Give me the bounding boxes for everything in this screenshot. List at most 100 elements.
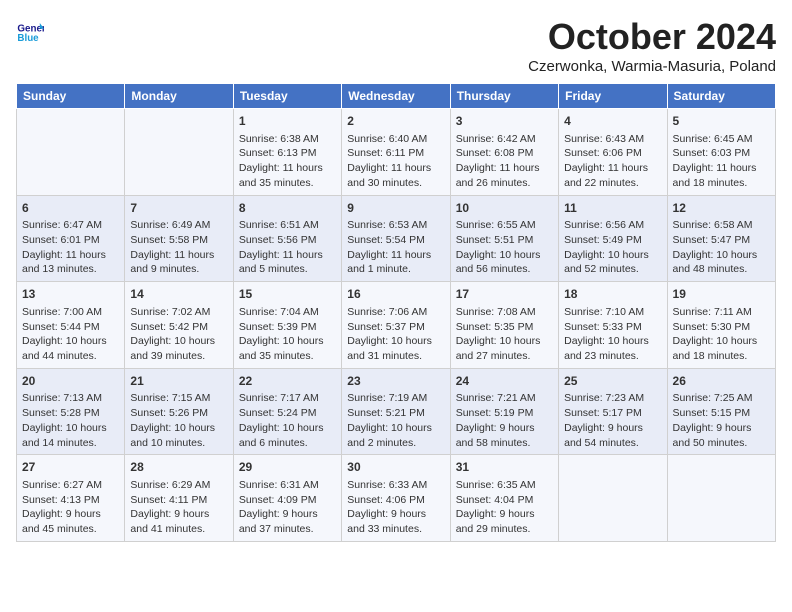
cell-content: Sunrise: 6:35 AMSunset: 4:04 PMDaylight:… (456, 478, 553, 537)
calendar-cell: 12Sunrise: 6:58 AMSunset: 5:47 PMDayligh… (667, 195, 775, 282)
day-number: 3 (456, 113, 553, 130)
calendar-cell: 21Sunrise: 7:15 AMSunset: 5:26 PMDayligh… (125, 368, 233, 455)
day-number: 4 (564, 113, 661, 130)
cell-content: Sunrise: 6:56 AMSunset: 5:49 PMDaylight:… (564, 218, 661, 277)
month-title: October 2024 (528, 16, 776, 58)
calendar-week-4: 20Sunrise: 7:13 AMSunset: 5:28 PMDayligh… (17, 368, 776, 455)
cell-content: Sunrise: 6:51 AMSunset: 5:56 PMDaylight:… (239, 218, 336, 277)
calendar-cell (559, 455, 667, 542)
day-header-saturday: Saturday (667, 84, 775, 109)
calendar-week-1: 1 Sunrise: 6:38 AMSunset: 6:13 PMDaylight… (17, 109, 776, 196)
cell-content: Sunrise: 6:42 AMSunset: 6:08 PMDaylight:… (456, 132, 553, 191)
calendar-cell: 23Sunrise: 7:19 AMSunset: 5:21 PMDayligh… (342, 368, 450, 455)
calendar-cell: 7Sunrise: 6:49 AMSunset: 5:58 PMDaylight… (125, 195, 233, 282)
day-header-sunday: Sunday (17, 84, 125, 109)
calendar-cell: 28Sunrise: 6:29 AMSunset: 4:11 PMDayligh… (125, 455, 233, 542)
calendar-body: 1 Sunrise: 6:38 AMSunset: 6:13 PMDaylight… (17, 109, 776, 542)
day-number: 2 (347, 113, 444, 130)
calendar-cell: 27 Sunrise: 6:27 AMSunset: 4:13 PMDayligh… (17, 455, 125, 542)
day-number: 29 (239, 459, 336, 476)
cell-content: Sunrise: 7:08 AMSunset: 5:35 PMDaylight:… (456, 305, 553, 364)
calendar-cell (17, 109, 125, 196)
day-number: 5 (673, 113, 770, 130)
calendar-cell (125, 109, 233, 196)
calendar-cell: 5 Sunrise: 6:45 AMSunset: 6:03 PMDaylight… (667, 109, 775, 196)
day-number: 6 (22, 200, 119, 217)
calendar-cell: 29 Sunrise: 6:31 AMSunset: 4:09 PMDayligh… (233, 455, 341, 542)
cell-content: Sunrise: 6:53 AMSunset: 5:54 PMDaylight:… (347, 218, 444, 277)
calendar-cell: 25Sunrise: 7:23 AMSunset: 5:17 PMDayligh… (559, 368, 667, 455)
day-number: 26 (673, 373, 770, 390)
day-number: 7 (130, 200, 227, 217)
cell-content: Sunrise: 7:23 AMSunset: 5:17 PMDaylight:… (564, 391, 661, 450)
calendar-cell: 6Sunrise: 6:47 AMSunset: 6:01 PMDaylight… (17, 195, 125, 282)
day-number: 25 (564, 373, 661, 390)
day-number: 24 (456, 373, 553, 390)
cell-content: Sunrise: 7:15 AMSunset: 5:26 PMDaylight:… (130, 391, 227, 450)
cell-content: Sunrise: 7:02 AMSunset: 5:42 PMDaylight:… (130, 305, 227, 364)
day-number: 19 (673, 286, 770, 303)
day-number: 27 (22, 459, 119, 476)
calendar-cell: 26Sunrise: 7:25 AMSunset: 5:15 PMDayligh… (667, 368, 775, 455)
cell-content: Sunrise: 7:21 AMSunset: 5:19 PMDaylight:… (456, 391, 553, 450)
calendar-cell: 13Sunrise: 7:00 AMSunset: 5:44 PMDayligh… (17, 282, 125, 369)
cell-content: Sunrise: 7:17 AMSunset: 5:24 PMDaylight:… (239, 391, 336, 450)
cell-content: Sunrise: 6:40 AMSunset: 6:11 PMDaylight:… (347, 132, 444, 191)
calendar-table: SundayMondayTuesdayWednesdayThursdayFrid… (16, 83, 776, 542)
calendar-week-2: 6Sunrise: 6:47 AMSunset: 6:01 PMDaylight… (17, 195, 776, 282)
day-number: 23 (347, 373, 444, 390)
calendar-cell: 30 Sunrise: 6:33 AMSunset: 4:06 PMDayligh… (342, 455, 450, 542)
calendar-cell: 11Sunrise: 6:56 AMSunset: 5:49 PMDayligh… (559, 195, 667, 282)
logo-icon: General Blue (16, 16, 44, 44)
calendar-cell: 9Sunrise: 6:53 AMSunset: 5:54 PMDaylight… (342, 195, 450, 282)
title-block: October 2024 Czerwonka, Warmia-Masuria, … (528, 16, 776, 75)
calendar-cell (667, 455, 775, 542)
cell-content: Sunrise: 6:43 AMSunset: 6:06 PMDaylight:… (564, 132, 661, 191)
day-number: 21 (130, 373, 227, 390)
svg-text:Blue: Blue (17, 33, 39, 44)
logo: General Blue (16, 16, 44, 44)
day-header-friday: Friday (559, 84, 667, 109)
calendar-header-row: SundayMondayTuesdayWednesdayThursdayFrid… (17, 84, 776, 109)
calendar-cell: 18Sunrise: 7:10 AMSunset: 5:33 PMDayligh… (559, 282, 667, 369)
cell-content: Sunrise: 6:47 AMSunset: 6:01 PMDaylight:… (22, 218, 119, 277)
cell-content: Sunrise: 7:13 AMSunset: 5:28 PMDaylight:… (22, 391, 119, 450)
day-number: 13 (22, 286, 119, 303)
day-number: 31 (456, 459, 553, 476)
day-number: 20 (22, 373, 119, 390)
cell-content: Sunrise: 6:38 AMSunset: 6:13 PMDaylight:… (239, 132, 336, 191)
day-number: 30 (347, 459, 444, 476)
day-header-wednesday: Wednesday (342, 84, 450, 109)
calendar-cell: 31 Sunrise: 6:35 AMSunset: 4:04 PMDayligh… (450, 455, 558, 542)
calendar-week-5: 27 Sunrise: 6:27 AMSunset: 4:13 PMDayligh… (17, 455, 776, 542)
cell-content: Sunrise: 6:31 AMSunset: 4:09 PMDaylight:… (239, 478, 336, 537)
cell-content: Sunrise: 6:58 AMSunset: 5:47 PMDaylight:… (673, 218, 770, 277)
cell-content: Sunrise: 6:55 AMSunset: 5:51 PMDaylight:… (456, 218, 553, 277)
cell-content: Sunrise: 7:19 AMSunset: 5:21 PMDaylight:… (347, 391, 444, 450)
calendar-cell: 14 Sunrise: 7:02 AMSunset: 5:42 PMDayligh… (125, 282, 233, 369)
calendar-cell: 4 Sunrise: 6:43 AMSunset: 6:06 PMDaylight… (559, 109, 667, 196)
day-number: 9 (347, 200, 444, 217)
calendar-week-3: 13Sunrise: 7:00 AMSunset: 5:44 PMDayligh… (17, 282, 776, 369)
calendar-cell: 20Sunrise: 7:13 AMSunset: 5:28 PMDayligh… (17, 368, 125, 455)
page-header: General Blue October 2024 Czerwonka, War… (16, 16, 776, 75)
calendar-cell: 16Sunrise: 7:06 AMSunset: 5:37 PMDayligh… (342, 282, 450, 369)
cell-content: Sunrise: 6:33 AMSunset: 4:06 PMDaylight:… (347, 478, 444, 537)
cell-content: Sunrise: 6:27 AMSunset: 4:13 PMDaylight:… (22, 478, 119, 537)
day-number: 8 (239, 200, 336, 217)
day-number: 14 (130, 286, 227, 303)
cell-content: Sunrise: 7:06 AMSunset: 5:37 PMDaylight:… (347, 305, 444, 364)
calendar-cell: 19 Sunrise: 7:11 AMSunset: 5:30 PMDayligh… (667, 282, 775, 369)
cell-content: Sunrise: 7:10 AMSunset: 5:33 PMDaylight:… (564, 305, 661, 364)
day-header-tuesday: Tuesday (233, 84, 341, 109)
calendar-cell: 8Sunrise: 6:51 AMSunset: 5:56 PMDaylight… (233, 195, 341, 282)
calendar-cell: 17Sunrise: 7:08 AMSunset: 5:35 PMDayligh… (450, 282, 558, 369)
cell-content: Sunrise: 7:04 AMSunset: 5:39 PMDaylight:… (239, 305, 336, 364)
cell-content: Sunrise: 6:45 AMSunset: 6:03 PMDaylight:… (673, 132, 770, 191)
day-number: 1 (239, 113, 336, 130)
day-number: 12 (673, 200, 770, 217)
cell-content: Sunrise: 7:11 AMSunset: 5:30 PMDaylight:… (673, 305, 770, 364)
day-number: 15 (239, 286, 336, 303)
location-subtitle: Czerwonka, Warmia-Masuria, Poland (528, 58, 776, 75)
day-header-thursday: Thursday (450, 84, 558, 109)
